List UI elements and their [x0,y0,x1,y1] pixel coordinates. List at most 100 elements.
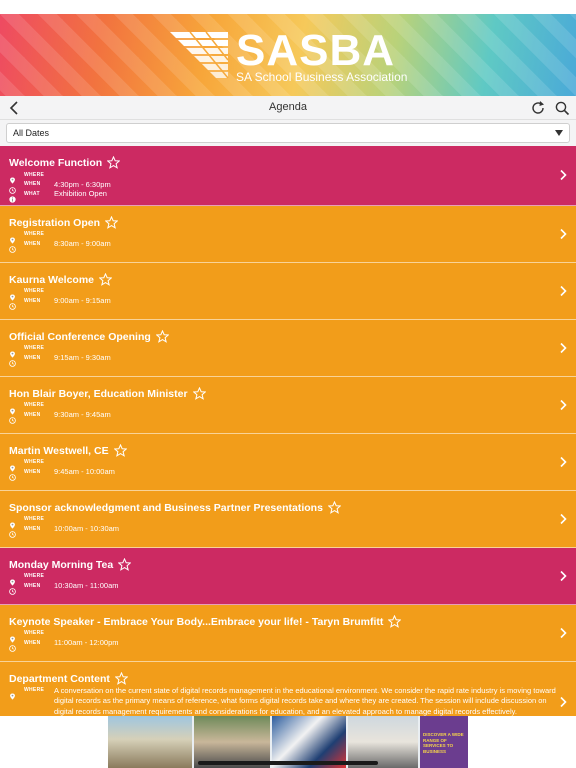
location-pin-icon [9,402,16,415]
agenda-item[interactable]: Welcome Function WHERE WHEN 4:30pm - 6:30pm… [0,146,576,206]
agenda-when-value: 10:00am - 10:30am [54,524,120,533]
ad-text: DISCOVER A WIDE RANGE OF SERVICES TO BUS… [420,716,468,768]
agenda-where-label: WHERE [24,231,45,237]
agenda-item-header: Keynote Speaker - Embrace Your Body...Em… [0,605,576,629]
agenda-where-label: WHERE [24,402,45,408]
agenda-item[interactable]: Monday Morning Tea WHERE WHEN 10:30am - 11:… [0,547,576,605]
location-pin-icon [9,459,16,472]
agenda-item-header: Official Conference Opening [0,320,576,344]
date-filter-bar: All Dates [0,120,576,146]
refresh-icon[interactable] [530,100,546,116]
chevron-right-icon[interactable] [558,696,568,708]
agenda-when-value: 4:30pm - 6:30pm [54,179,111,189]
location-pin-icon [9,573,16,586]
clock-icon [9,411,16,424]
location-pin-icon [9,171,16,184]
agenda-when-label: WHEN [24,411,41,418]
agenda-where-row: WHERE [0,287,576,301]
home-indicator [198,761,378,765]
chevron-right-icon[interactable] [558,342,568,354]
chevron-right-icon[interactable] [558,627,568,639]
star-icon[interactable] [114,671,128,685]
agenda-item[interactable]: Registration Open WHERE WHEN 8:30am - 9:00a… [0,205,576,263]
agenda-item[interactable]: Hon Blair Boyer, Education Minister WHERE… [0,376,576,434]
agenda-item-title: Monday Morning Tea [9,558,114,571]
caret-down-icon [555,130,563,136]
agenda-where-row: WHERE [0,458,576,472]
agenda-where-label: WHERE [24,288,45,294]
ad-photo-coast [108,716,192,768]
agenda-where-row: WHERE [0,629,576,643]
search-icon[interactable] [554,100,570,116]
star-icon[interactable] [388,614,402,628]
agenda-when-row: WHEN 11:00am - 12:00pm [0,638,576,652]
agenda-item-header: Department Content [0,662,576,686]
agenda-item[interactable]: Sponsor acknowledgment and Business Part… [0,490,576,548]
agenda-when-row: WHEN 10:30am - 11:00am [0,581,576,595]
location-pin-icon [9,288,16,301]
logo-mark-icon [170,31,229,79]
chevron-right-icon[interactable] [558,228,568,240]
agenda-item-header: Registration Open [0,206,576,230]
date-filter-value: All Dates [13,128,50,138]
agenda-when-label: WHEN [24,240,41,247]
agenda-where-label: WHERE [24,516,45,522]
location-pin-icon [9,516,16,529]
agenda-where-row: WHERE [0,230,576,244]
logo-subtitle: SA School Business Association [236,70,408,84]
agenda-item[interactable]: Kaurna Welcome WHERE WHEN 9:00am - 9:15am [0,262,576,320]
agenda-item-title: Department Content [9,672,110,685]
chevron-right-icon[interactable] [558,570,568,582]
star-icon[interactable] [155,329,169,343]
location-pin-icon [9,231,16,244]
agenda-where-label: WHERE [24,630,45,636]
agenda-item-header: Hon Blair Boyer, Education Minister [0,377,576,401]
agenda-when-label: WHEN [24,354,41,361]
star-icon[interactable] [99,272,112,286]
agenda-item-title: Keynote Speaker - Embrace Your Body...Em… [9,615,384,628]
agenda-when-value: 11:00am - 12:00pm [54,638,119,647]
agenda-item-title: Kaurna Welcome [9,273,94,286]
chevron-right-icon[interactable] [558,513,568,525]
star-icon[interactable] [118,557,132,571]
agenda-where-label: WHERE [24,171,45,178]
clock-icon [9,468,16,481]
agenda-item[interactable]: Department Content WHERE A conversation on… [0,661,576,717]
agenda-item-title: Hon Blair Boyer, Education Minister [9,387,188,400]
info-icon [9,190,16,203]
agenda-item-header: Monday Morning Tea [0,548,576,572]
star-icon[interactable] [107,156,121,170]
header-banner: SASBA SA School Business Association [0,14,576,96]
agenda-item-header: Welcome Function [0,146,576,170]
navigation-bar: Agenda [0,96,576,120]
chevron-right-icon[interactable] [558,285,568,297]
chevron-right-icon[interactable] [558,169,568,181]
star-icon[interactable] [105,215,119,229]
star-icon[interactable] [327,500,341,514]
agenda-item-header: Kaurna Welcome [0,263,576,287]
agenda-when-row: WHEN 10:00am - 10:30am [0,524,576,538]
date-filter-select[interactable]: All Dates [6,123,570,143]
star-icon[interactable] [192,386,206,400]
clock-icon [9,297,16,310]
agenda-item-header: Sponsor acknowledgment and Business Part… [0,491,576,515]
location-pin-icon [9,345,16,358]
agenda-item[interactable]: Official Conference Opening WHERE WHEN 9:15… [0,319,576,377]
chevron-right-icon[interactable] [558,399,568,411]
sasba-logo: SASBA SA School Business Association [170,26,420,90]
agenda-item[interactable]: Martin Westwell, CE WHERE WHEN 9:45am - 10:… [0,433,576,491]
agenda-where-label: WHERE [24,687,45,693]
agenda-when-row: WHEN 4:30pm - 6:30pm [0,179,576,194]
agenda-item[interactable]: Keynote Speaker - Embrace Your Body...Em… [0,604,576,662]
agenda-what-label: WHAT [24,190,40,197]
chevron-right-icon[interactable] [558,456,568,468]
agenda-when-label: WHEN [24,582,41,589]
agenda-where-label: WHERE [24,459,45,465]
agenda-where-label: WHERE [24,573,45,579]
star-icon[interactable] [113,443,127,457]
agenda-where-row: WHERE A conversation on the current state… [0,686,576,717]
agenda-when-label: WHEN [24,297,41,304]
agenda-where-row: WHERE [0,401,576,415]
agenda-list: Welcome Function WHERE WHEN 4:30pm - 6:30pm… [0,146,576,716]
agenda-item-title: Sponsor acknowledgment and Business Part… [9,501,323,514]
